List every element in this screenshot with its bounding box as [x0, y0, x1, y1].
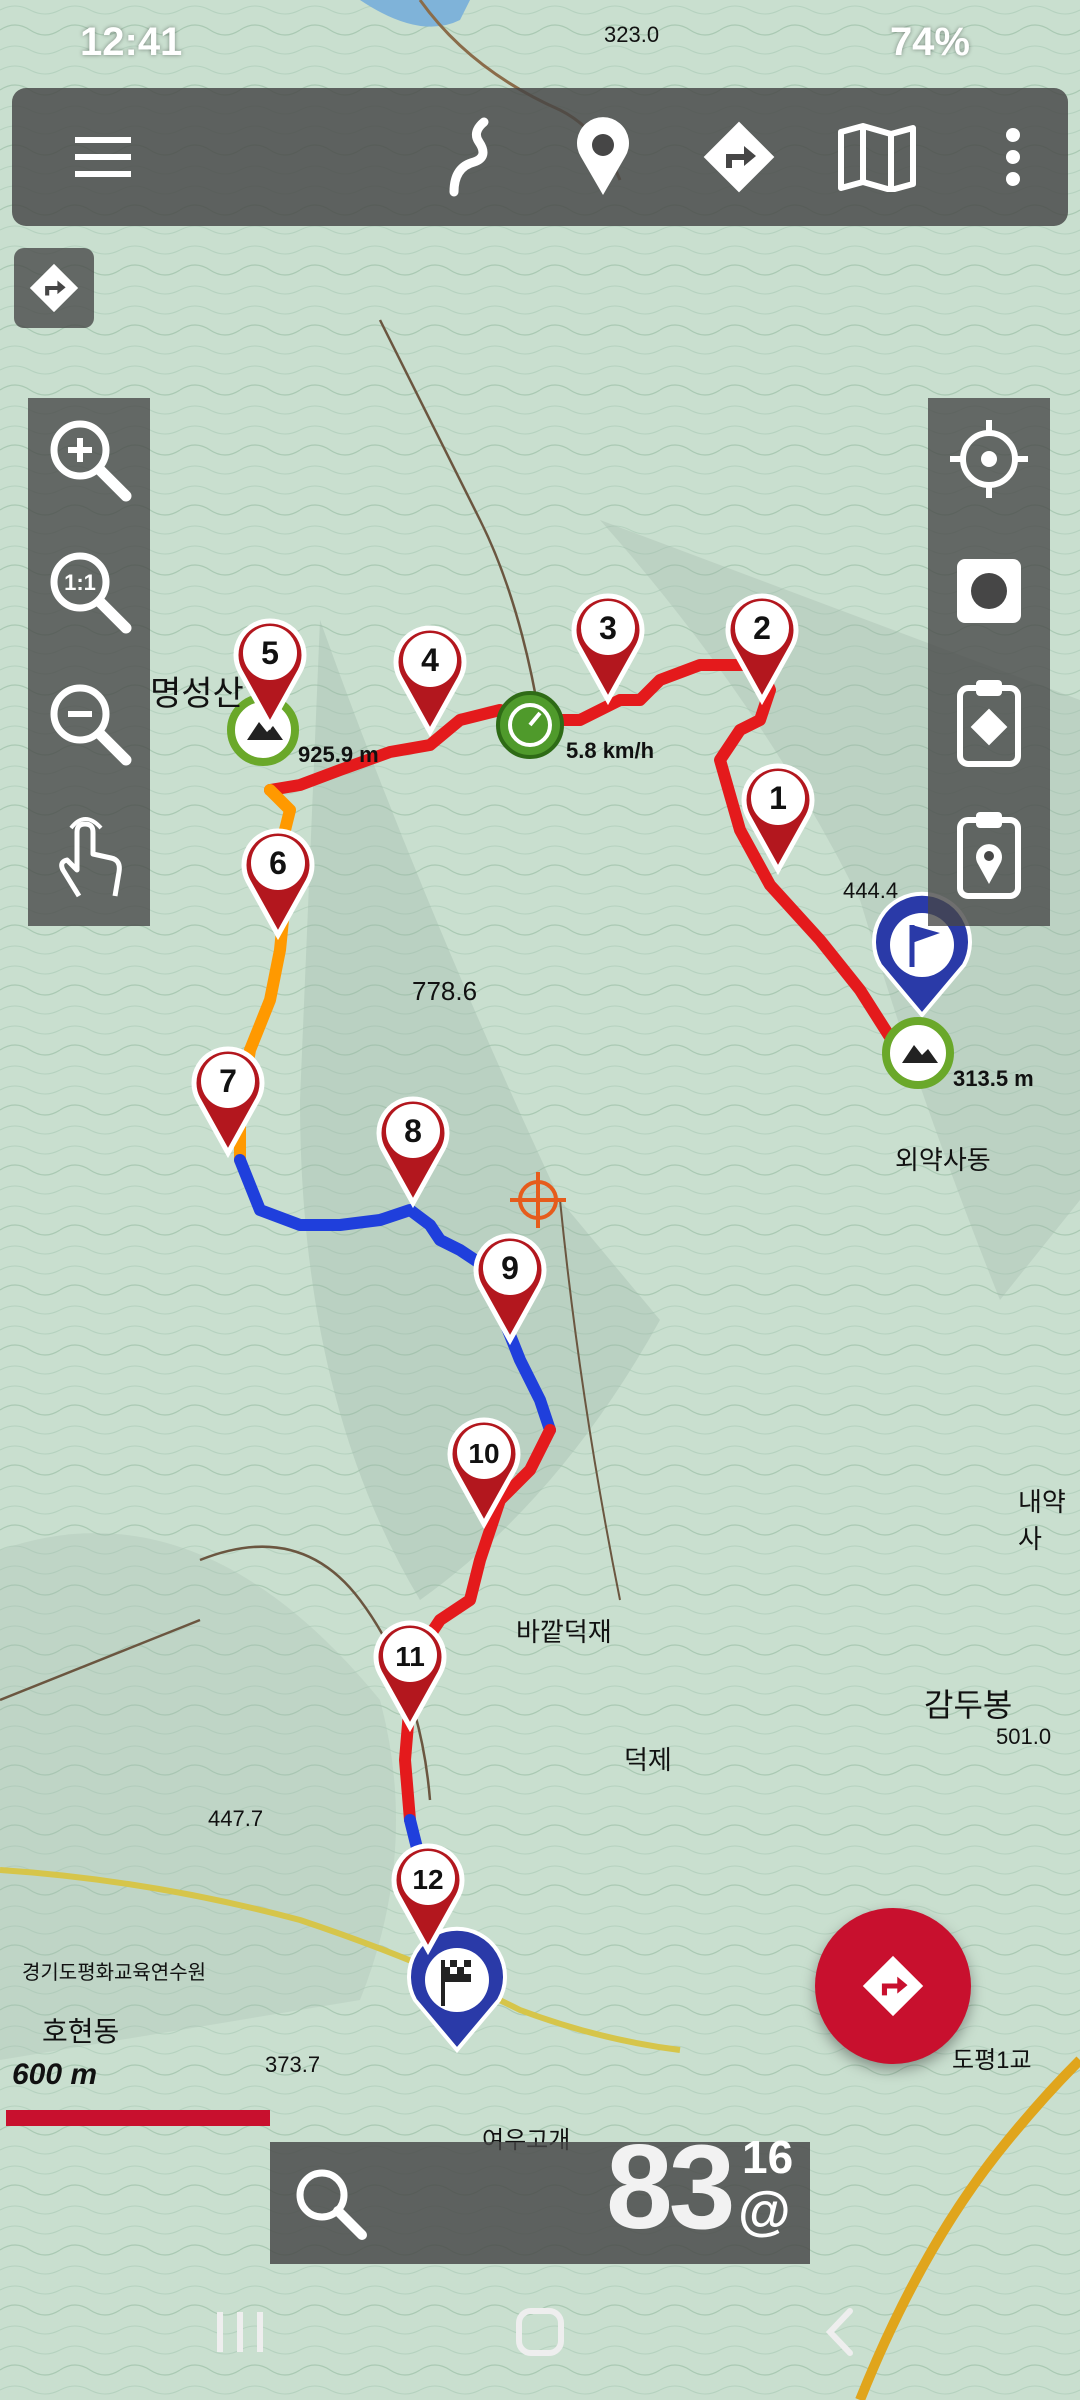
map-label-dopyeong: 도평1교: [952, 2047, 1032, 2074]
waypoint-label: 9: [501, 1250, 519, 1286]
back-button[interactable]: [780, 2284, 900, 2380]
menu-icon: [75, 137, 131, 177]
map-label-gamdubong: 감두봉: [924, 1687, 1013, 1723]
status-battery: 74%: [889, 20, 970, 64]
zoom-level: 83: [606, 2120, 735, 2254]
right-tool-panel: [928, 398, 1050, 926]
map-label-mountain: 명성산: [150, 675, 244, 713]
touch-mode-button[interactable]: [28, 794, 150, 926]
map-label-778: 778.6: [412, 976, 478, 1006]
route-icon: [29, 263, 79, 313]
gps-crosshair-icon: [950, 420, 1028, 498]
more-vert-icon: [1006, 128, 1020, 186]
navigation-toggle-button[interactable]: [14, 248, 94, 328]
scale-label: 600 m: [12, 2058, 98, 2091]
waypoint-label: 1: [769, 780, 787, 816]
maps-button[interactable]: [822, 88, 932, 226]
zoom-out-button[interactable]: [28, 662, 150, 794]
navigate-fab[interactable]: [815, 1908, 971, 2064]
map-label-naeyak: 내약사: [1018, 1487, 1066, 1554]
map-label-oeyak: 외약사동: [895, 1145, 991, 1175]
waypoint-label: 10: [468, 1438, 499, 1469]
speed-marker: [496, 691, 564, 759]
scale-bar: [6, 2110, 270, 2126]
zoom-out-icon: [50, 684, 132, 766]
search-icon: [296, 2169, 367, 2240]
route-button[interactable]: [684, 88, 794, 226]
map-label-bakkat: 바깥덕재: [516, 1617, 612, 1647]
clipboard-pin-icon: [957, 812, 1021, 899]
clipboard-route-icon: [957, 680, 1021, 767]
record-icon: [957, 559, 1021, 623]
recent-apps-icon: [217, 2312, 263, 2352]
map-icon: [838, 123, 916, 192]
map-label-gyeonggi: 경기도평화교육연수원: [22, 1962, 206, 1984]
waypoint-label: 7: [219, 1063, 237, 1099]
waypoint-label: 3: [599, 610, 617, 646]
summit-elevation-readout: 925.9 m: [298, 742, 379, 767]
system-nav-bar: [0, 2264, 1080, 2400]
map-label-373: 373.7: [265, 2052, 321, 2077]
menu-button[interactable]: [48, 88, 158, 226]
top-toolbar: [12, 88, 1068, 226]
waypoint-label: 5: [261, 635, 279, 671]
zoom-in-icon: [50, 420, 132, 502]
back-icon: [825, 2308, 853, 2356]
start-elevation-marker: [882, 1017, 954, 1089]
map-label-501: 501.0: [996, 1724, 1052, 1749]
route-clipboard-button[interactable]: [928, 662, 1050, 794]
map-pin-icon: [577, 117, 629, 195]
speed-readout: 5.8 km/h: [566, 738, 655, 763]
svg-text:1:1: 1:1: [64, 570, 96, 595]
map-label-deokje: 덕제: [624, 1745, 672, 1775]
waypoint-label: 8: [404, 1113, 422, 1149]
zoom-1to1-icon: 1:1: [50, 552, 132, 634]
waypoint-clipboard-button[interactable]: [928, 794, 1050, 926]
route-icon: [862, 1955, 924, 2017]
gps-locate-button[interactable]: [928, 398, 1050, 530]
waypoint-label: 12: [412, 1864, 443, 1895]
zoom-in-button[interactable]: [28, 398, 150, 530]
status-time: 12:41: [80, 20, 183, 64]
zoom-suffix: @: [738, 2181, 791, 2241]
search-button[interactable]: [270, 2142, 390, 2264]
route-icon: [703, 121, 775, 193]
map-label-hohyeon: 호현동: [42, 2016, 120, 2047]
home-icon: [516, 2308, 564, 2356]
track-button[interactable]: [414, 88, 524, 226]
status-bar: 12:41 74%: [0, 0, 1080, 88]
recent-apps-button[interactable]: [180, 2284, 300, 2380]
more-button[interactable]: [958, 88, 1068, 226]
track-icon: [449, 117, 489, 197]
start-elevation-readout: 313.5 m: [953, 1066, 1034, 1091]
waypoint-label: 11: [395, 1641, 425, 1672]
record-track-button[interactable]: [928, 530, 1050, 662]
left-zoom-panel: 1:1: [28, 398, 150, 926]
touch-hand-icon: [59, 817, 122, 898]
map-label-447: 447.7: [208, 1806, 264, 1831]
waypoint-label: 4: [421, 642, 439, 678]
zoom-reset-button[interactable]: 1:1: [28, 530, 150, 662]
home-button[interactable]: [480, 2284, 600, 2380]
waypoint-label: 2: [753, 610, 771, 646]
waypoint-label: 6: [269, 845, 287, 881]
zoom-sub-level: 16: [742, 2131, 794, 2183]
waypoint-button[interactable]: [548, 88, 658, 226]
map-label-444: 444.4: [843, 878, 899, 903]
